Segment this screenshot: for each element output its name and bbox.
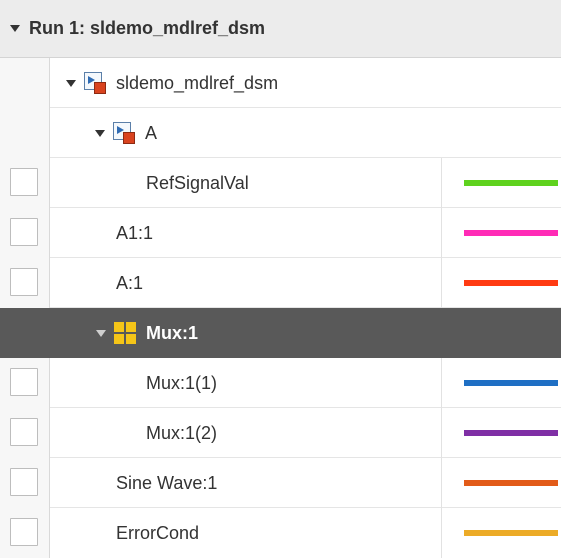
line-style-swatch[interactable]: [464, 180, 558, 186]
mux-icon: [114, 322, 136, 344]
signal-label: A1:1: [116, 222, 154, 243]
signal-label: Mux:1(1): [146, 372, 218, 393]
model-reference-icon: [84, 72, 106, 94]
collapse-triangle-icon[interactable]: [10, 25, 20, 32]
signal-checkbox[interactable]: [10, 518, 38, 546]
submodel-label: A: [145, 122, 158, 143]
signal-checkbox[interactable]: [10, 368, 38, 396]
line-style-swatch[interactable]: [464, 280, 558, 286]
line-style-swatch[interactable]: [464, 480, 558, 486]
expand-triangle-icon[interactable]: [66, 79, 76, 87]
tree-row-submodel[interactable]: A: [0, 108, 561, 158]
signal-row[interactable]: Mux:1(2): [0, 408, 561, 458]
signal-row[interactable]: RefSignalVal: [0, 158, 561, 208]
signal-row[interactable]: ErrorCond: [0, 508, 561, 558]
signal-row[interactable]: A1:1: [0, 208, 561, 258]
signal-label: Mux:1(2): [146, 422, 218, 443]
signal-label: ErrorCond: [116, 522, 200, 543]
line-style-swatch[interactable]: [464, 380, 558, 386]
signal-checkbox[interactable]: [10, 218, 38, 246]
run-header[interactable]: Run 1: sldemo_mdlref_dsm: [0, 0, 561, 58]
signal-label: Sine Wave:1: [116, 472, 218, 493]
line-style-swatch[interactable]: [464, 530, 558, 536]
signal-row[interactable]: Mux:1(1): [0, 358, 561, 408]
line-style-swatch[interactable]: [464, 430, 558, 436]
checkbox-cell-empty: [0, 308, 50, 358]
tree-row-model[interactable]: sldemo_mdlref_dsm: [0, 58, 561, 108]
signal-checkbox[interactable]: [10, 418, 38, 446]
signal-checkbox[interactable]: [10, 268, 38, 296]
signal-row[interactable]: A:1: [0, 258, 561, 308]
model-label: sldemo_mdlref_dsm: [116, 72, 279, 93]
checkbox-cell-empty: [0, 58, 50, 108]
signal-label: Mux:1: [146, 322, 199, 343]
signal-checkbox[interactable]: [10, 468, 38, 496]
run-title: Run 1: sldemo_mdlref_dsm: [29, 18, 266, 38]
signal-row[interactable]: Sine Wave:1: [0, 458, 561, 508]
expand-triangle-icon[interactable]: [95, 129, 105, 137]
signal-row-selected[interactable]: Mux:1: [0, 308, 561, 358]
expand-triangle-icon[interactable]: [96, 329, 106, 337]
line-style-swatch[interactable]: [464, 230, 558, 236]
signal-tree-panel: Run 1: sldemo_mdlref_dsm sldemo_mdlref_d…: [0, 0, 561, 558]
checkbox-cell-empty: [0, 108, 50, 158]
signal-label: RefSignalVal: [146, 172, 249, 193]
model-reference-icon: [113, 122, 135, 144]
signal-checkbox[interactable]: [10, 168, 38, 196]
signal-label: A:1: [116, 272, 144, 293]
